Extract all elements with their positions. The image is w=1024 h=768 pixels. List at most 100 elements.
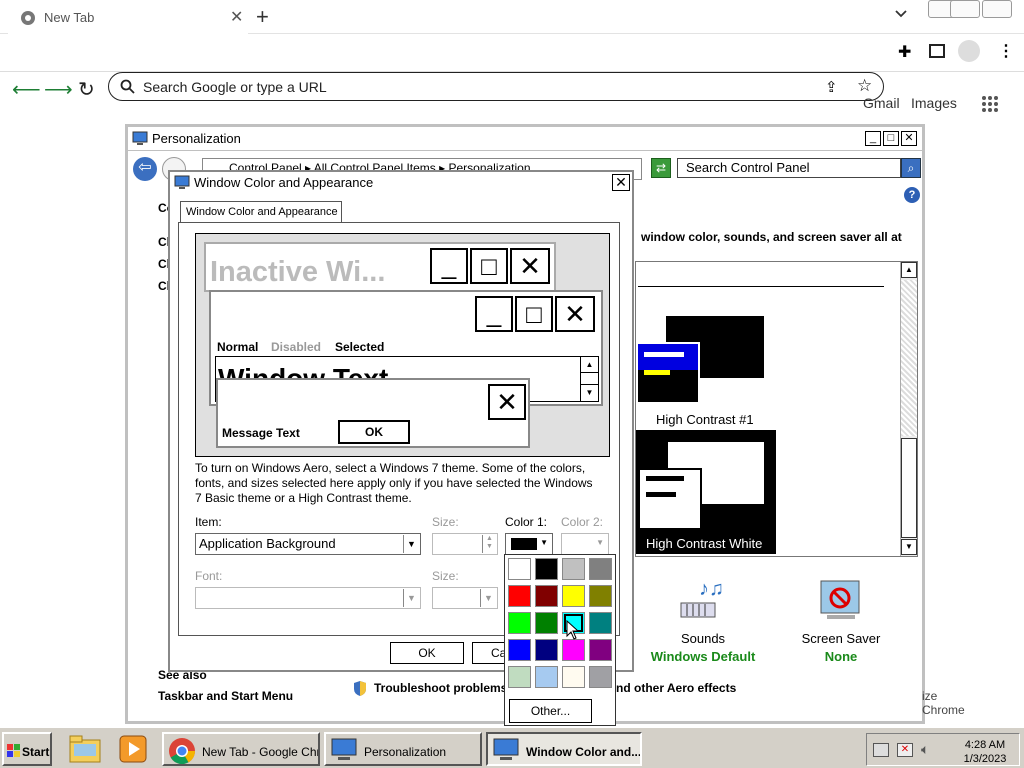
browser-tab[interactable]: New Tab ✕	[8, 1, 248, 34]
clock[interactable]: 4:28 AM 1/3/2023	[953, 738, 1017, 766]
item-select-value: Application Background	[199, 536, 336, 551]
color-swatch[interactable]	[508, 612, 531, 634]
color2-button[interactable]: ▼	[561, 533, 609, 555]
color-swatch[interactable]	[589, 558, 612, 580]
color1-button[interactable]: ▼	[505, 533, 553, 555]
appearance-preview[interactable]: Inactive Wi... _ □ ✕ _ □ ✕ Normal Disabl…	[195, 233, 610, 457]
scroll-down-arrow[interactable]: ▼	[901, 539, 917, 555]
theme-high-contrast-white[interactable]: High Contrast White	[636, 430, 776, 554]
sounds-item[interactable]: ♪♫ Sounds Windows Default	[651, 575, 756, 667]
tab-strip: New Tab ✕ +	[0, 0, 1024, 34]
screen-saver-icon	[817, 577, 865, 625]
mouse-cursor-icon	[566, 620, 580, 640]
start-button[interactable]: Start	[2, 732, 52, 766]
taskbar-item-label: New Tab - Google Chr...	[202, 745, 320, 759]
taskbar-item-chrome[interactable]: New Tab - Google Chr...	[162, 732, 320, 766]
theme-label: High Contrast #1	[656, 412, 754, 427]
share-icon[interactable]: ⇪	[825, 78, 838, 96]
theme-list-scrollbar[interactable]: ▲ ▼	[900, 262, 917, 556]
item-select[interactable]: Application Background ▼	[195, 533, 421, 555]
search-icon[interactable]: ⌕	[901, 158, 921, 178]
color-swatch[interactable]	[535, 585, 558, 607]
menu-icon[interactable]: ⋮	[998, 41, 1014, 61]
color-swatch[interactable]	[535, 558, 558, 580]
close-button[interactable]: ✕	[901, 131, 917, 146]
color-swatch[interactable]	[589, 612, 612, 634]
scroll-up-arrow[interactable]: ▲	[901, 262, 917, 278]
tab-window-color[interactable]: Window Color and Appearance	[180, 201, 342, 223]
theme-list[interactable]: High Contrast #1 High Contrast White ▲ ▼	[635, 261, 918, 557]
color-swatch[interactable]	[508, 585, 531, 607]
theme-high-contrast-1[interactable]: High Contrast #1	[636, 312, 776, 430]
omnibox[interactable]: Search Google or type a URL ⇪ ☆	[108, 72, 884, 101]
gmail-link[interactable]: Gmail	[863, 95, 900, 111]
shield-icon	[352, 680, 368, 697]
apps-grid-icon[interactable]	[981, 95, 999, 113]
preview-message-text: Message Text	[222, 426, 300, 440]
color-swatch[interactable]	[535, 612, 558, 634]
new-tab-icon[interactable]: +	[256, 4, 269, 30]
sounds-icon: ♪♫	[677, 577, 725, 625]
color-swatch[interactable]	[535, 639, 558, 661]
side-panel-icon[interactable]	[929, 44, 945, 58]
back-arrow-icon[interactable]: ⟵	[12, 77, 41, 102]
color-swatch[interactable]	[535, 666, 558, 688]
ok-button[interactable]: OK	[390, 642, 464, 664]
action-center-icon[interactable]: ✕	[897, 743, 913, 757]
color-swatch[interactable]	[562, 666, 585, 688]
volume-icon[interactable]: 🔈︎	[921, 741, 929, 758]
tab-search-icon[interactable]	[894, 7, 908, 21]
refresh-icon[interactable]: ⇄	[651, 158, 671, 178]
color-palette-popup: Other...	[504, 554, 616, 726]
customize-chrome-partial[interactable]: ize Chrome	[922, 689, 965, 717]
close-window-icon[interactable]	[982, 0, 1012, 18]
font-select[interactable]: ▼	[195, 587, 421, 609]
other-color-button[interactable]: Other...	[509, 699, 592, 723]
network-icon[interactable]	[873, 743, 889, 757]
scroll-thumb[interactable]	[901, 438, 917, 538]
images-link[interactable]: Images	[911, 95, 957, 111]
close-tab-icon[interactable]: ✕	[230, 7, 243, 27]
search-control-panel-input[interactable]: Search Control Panel	[677, 158, 901, 178]
color-swatch[interactable]	[562, 585, 585, 607]
troubleshoot-link[interactable]: Troubleshoot problems	[374, 681, 507, 695]
tab-title: New Tab	[44, 10, 95, 25]
size-stepper[interactable]: ▲ ▼	[432, 533, 498, 555]
maximize-button[interactable]: □	[883, 131, 899, 146]
color-swatch[interactable]	[589, 639, 612, 661]
monitor-icon	[132, 131, 148, 146]
taskbar-item-personalization[interactable]: Personalization	[324, 732, 482, 766]
back-arrow-icon[interactable]: ⇦	[133, 157, 157, 181]
color-swatch[interactable]	[562, 639, 585, 661]
color-swatch[interactable]	[589, 666, 612, 688]
preview-inactive-title: Inactive Wi...	[210, 256, 386, 288]
media-player-icon[interactable]	[118, 734, 148, 764]
taskbar-link[interactable]: Taskbar and Start Menu	[158, 689, 293, 703]
sounds-value[interactable]: Windows Default	[643, 649, 763, 664]
svg-text:♪♫: ♪♫	[699, 578, 724, 600]
minimize-button[interactable]: _	[865, 131, 881, 146]
taskbar-item-window-color[interactable]: Window Color and...	[486, 732, 642, 766]
color-swatch[interactable]	[508, 639, 531, 661]
restore-icon[interactable]	[950, 0, 980, 18]
help-icon[interactable]: ?	[904, 187, 920, 203]
color-swatch[interactable]	[589, 585, 612, 607]
stepper-arrows-icon: ▲ ▼	[482, 535, 496, 553]
profile-avatar[interactable]	[958, 40, 980, 62]
extensions-icon[interactable]: ✚	[898, 42, 911, 62]
dialog-close-button[interactable]: ✕	[612, 174, 630, 191]
screen-saver-item[interactable]: Screen Saver None	[791, 575, 891, 667]
forward-arrow-icon[interactable]: ⟶	[44, 77, 73, 102]
screen-saver-value[interactable]: None	[791, 649, 891, 664]
explorer-icon[interactable]	[68, 734, 102, 764]
color-swatch[interactable]	[562, 558, 585, 580]
chevron-down-icon: ▼	[480, 589, 496, 607]
scroll-track[interactable]	[901, 280, 917, 436]
bookmark-star-icon[interactable]: ☆	[857, 76, 872, 96]
aero-link-partial[interactable]: nd other Aero effects	[616, 681, 736, 695]
color-swatch[interactable]	[508, 666, 531, 688]
chrome-tab-icon	[20, 10, 36, 26]
font-size-select[interactable]: ▼	[432, 587, 498, 609]
reload-icon[interactable]: ↻	[78, 77, 95, 102]
color-swatch[interactable]	[508, 558, 531, 580]
